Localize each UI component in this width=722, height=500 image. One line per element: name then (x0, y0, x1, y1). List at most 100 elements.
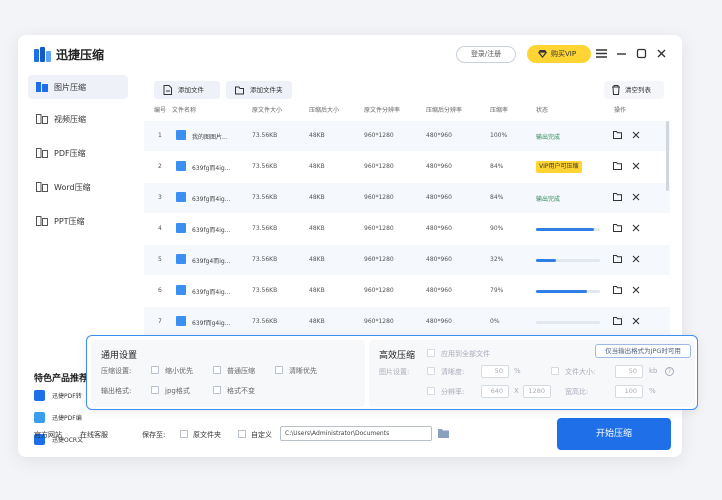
original-resolution: 960*1280 (364, 318, 394, 325)
status-text: 输出完成 (536, 134, 561, 141)
save-path-input[interactable]: C:\Users\Administrator\Documents (280, 426, 432, 441)
open-folder-icon[interactable] (613, 286, 622, 294)
normal-compress-checkbox[interactable] (213, 366, 221, 374)
image-thumbnail-icon (176, 254, 186, 264)
original-resolution: 960*1280 (364, 132, 394, 139)
image-thumbnail-icon (176, 316, 186, 326)
buy-vip-button[interactable]: 购买VIP (527, 45, 591, 63)
trash-icon (612, 85, 620, 95)
row-number: 7 (158, 318, 162, 325)
official-website-link[interactable]: 官方网站 (34, 430, 62, 440)
table-row[interactable]: 3 73.56KB 48KB 960*1280 480*960 84% 639fg而4ig.… (144, 183, 670, 213)
sidebar-item-image[interactable]: 图片压缩 (28, 75, 128, 99)
folder-icon[interactable] (438, 428, 449, 438)
normal-compress-label: 普通压缩 (227, 367, 255, 375)
table-row[interactable]: 2 73.56KB 48KB 960*1280 480*960 84% 639fg而4ig.… (144, 152, 670, 182)
maximize-icon[interactable] (636, 48, 647, 59)
minimize-icon[interactable] (616, 48, 627, 59)
add-folder-button[interactable]: 添加文件夹 (226, 81, 292, 99)
remove-icon[interactable] (632, 162, 640, 170)
compressed-size: 48KB (309, 194, 325, 201)
clarity-input[interactable]: 50 (481, 365, 509, 378)
image-compress-icon (36, 82, 48, 92)
resolution-width-input[interactable]: 640 (481, 385, 509, 398)
open-folder-icon[interactable] (613, 131, 622, 139)
remove-icon[interactable] (632, 286, 640, 294)
compressed-size: 48KB (309, 256, 325, 263)
column-header: 压缩后大小 (309, 107, 340, 114)
remove-icon[interactable] (632, 224, 640, 232)
progress-bar (536, 228, 600, 231)
column-header: 操作 (614, 107, 627, 114)
sidebar-item-ppt[interactable]: PPT压缩 (28, 209, 128, 233)
custom-path-checkbox[interactable] (238, 430, 246, 438)
file-name: 639f而g4ig... (192, 320, 231, 327)
remove-icon[interactable] (632, 131, 640, 139)
column-header: 状态 (536, 107, 549, 114)
menu-icon[interactable] (596, 48, 607, 59)
clear-list-label: 清空列表 (625, 86, 651, 94)
table-row[interactable]: 4 73.56KB 48KB 960*1280 480*960 90% 639fg而4ig.… (144, 214, 670, 244)
clear-list-button[interactable]: 清空列表 (604, 81, 664, 99)
jpg-format-checkbox[interactable] (151, 386, 159, 394)
login-register-button[interactable]: 登录/注册 (456, 46, 516, 63)
sidebar-item-pdf[interactable]: PDF压缩 (28, 141, 128, 165)
column-header: 编号 (154, 107, 167, 114)
resolution-height-input[interactable]: 1280 (523, 385, 551, 398)
add-file-icon (163, 85, 172, 95)
aspect-ratio-input[interactable]: 100 (615, 385, 643, 398)
filesize-unit: kb (649, 367, 658, 375)
clarity-checkbox[interactable] (427, 367, 435, 375)
sidebar-item-video[interactable]: 视频压缩 (28, 107, 128, 131)
jpg-format-label: jpg格式 (165, 387, 190, 395)
compressed-size: 48KB (309, 318, 325, 325)
file-name: 639fg4而ig... (192, 258, 231, 265)
file-name: 639fg而4ig... (192, 165, 231, 172)
scrollbar[interactable] (666, 121, 669, 191)
table-row[interactable]: 6 73.56KB 48KB 960*1280 480*960 79% 639fg而4ig.… (144, 276, 670, 306)
filesize-checkbox[interactable] (551, 367, 559, 375)
open-folder-icon[interactable] (613, 162, 622, 170)
open-folder-icon[interactable] (613, 224, 622, 232)
original-size: 73.56KB (252, 318, 278, 325)
general-settings: 通用设置 压缩设置: 缩小优先 普通压缩 清晰优先 输出格式: jpg格式 格式… (91, 340, 365, 407)
shrink-first-checkbox[interactable] (151, 366, 159, 374)
original-size: 73.56KB (252, 256, 278, 263)
image-setting-label: 图片设置: (379, 368, 410, 376)
open-folder-icon[interactable] (613, 255, 622, 263)
open-folder-icon[interactable] (613, 317, 622, 325)
pdf-converter-icon (34, 390, 45, 401)
remove-icon[interactable] (632, 255, 640, 263)
progress-bar (536, 321, 600, 324)
start-compress-button[interactable]: 开始压缩 (557, 418, 671, 450)
featured-item-label: 迅捷PDF转 (52, 393, 82, 400)
apply-all-checkbox[interactable] (427, 349, 435, 357)
clarity-label: 清晰度: (441, 368, 465, 376)
open-folder-icon[interactable] (613, 193, 622, 201)
clarity-first-checkbox[interactable] (275, 366, 283, 374)
sidebar-item-word[interactable]: Word压缩 (28, 175, 128, 199)
compressed-resolution: 480*960 (426, 225, 452, 232)
keep-format-checkbox[interactable] (213, 386, 221, 394)
remove-icon[interactable] (632, 193, 640, 201)
resolution-checkbox[interactable] (427, 387, 435, 395)
filesize-input[interactable]: 50 (615, 365, 643, 378)
footer: 官方网站 在线客服 保存至: 原文件夹 自定义 C:\Users\Adminis… (18, 415, 682, 457)
table-row[interactable]: 1 73.56KB 48KB 960*1280 480*960 100% 我的图图片... 输… (144, 121, 670, 151)
column-header: 原文件分辨率 (364, 107, 401, 114)
progress-bar (536, 290, 600, 293)
add-file-button[interactable]: 添加文件 (154, 81, 220, 99)
online-service-link[interactable]: 在线客服 (80, 430, 108, 440)
close-icon[interactable] (656, 48, 667, 59)
diamond-icon (538, 50, 547, 58)
compressed-resolution: 480*960 (426, 287, 452, 294)
shrink-first-label: 缩小优先 (165, 367, 193, 375)
help-icon[interactable]: ? (665, 367, 674, 376)
compressed-resolution: 480*960 (426, 194, 452, 201)
original-folder-checkbox[interactable] (180, 430, 188, 438)
table-row[interactable]: 7 73.56KB 48KB 960*1280 480*960 0% 639f而g4ig..… (144, 307, 670, 337)
progress-bar (536, 259, 600, 262)
row-number: 2 (158, 163, 162, 170)
table-row[interactable]: 5 73.56KB 48KB 960*1280 480*960 32% 639fg4而ig.… (144, 245, 670, 275)
remove-icon[interactable] (632, 317, 640, 325)
